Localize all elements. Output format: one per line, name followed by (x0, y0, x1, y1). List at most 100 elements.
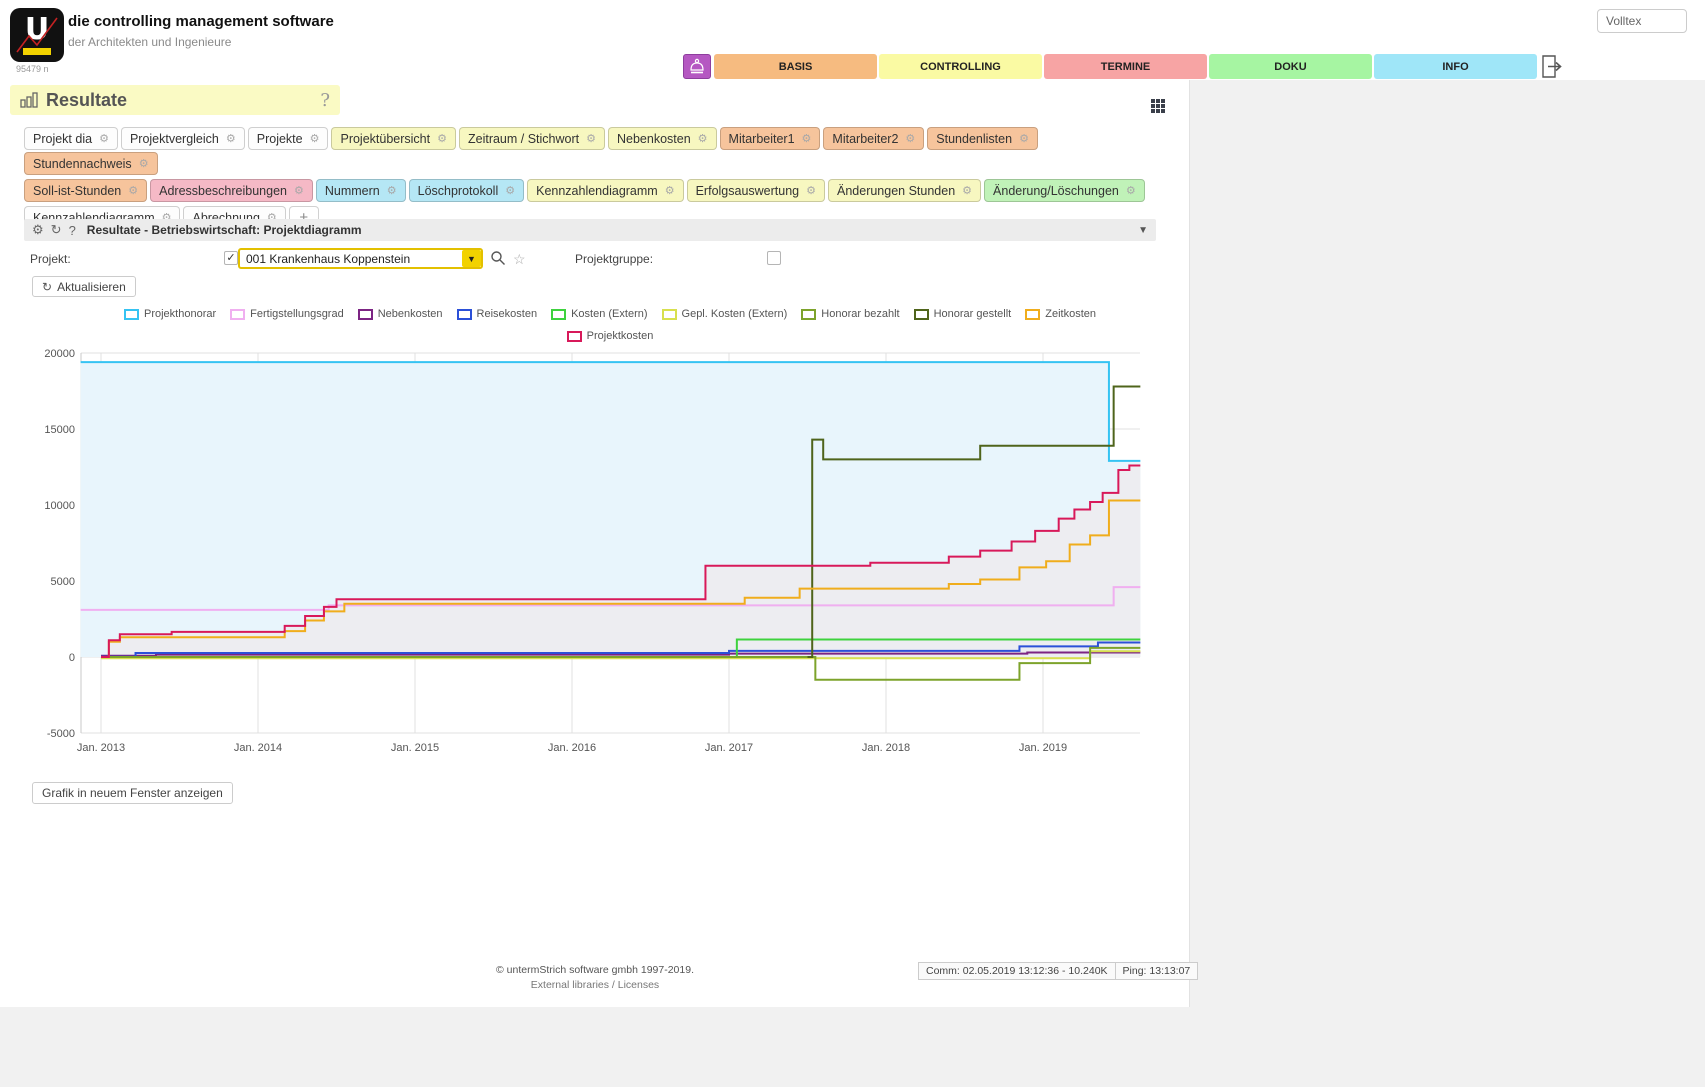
gear-icon[interactable]: ⚙ (802, 132, 812, 145)
legend-item[interactable]: Honorar bezahlt (801, 308, 899, 320)
filter-row: Projekt: ✓ 001 Krankenhaus Koppenstein ▼… (30, 248, 1150, 272)
legend-swatch (801, 309, 816, 320)
legend-swatch (230, 309, 245, 320)
module-tab-label: Änderung/Löschungen (993, 184, 1119, 198)
module-tab[interactable]: Mitarbeiter1 ⚙ (720, 127, 821, 150)
legend-item[interactable]: Fertigstellungsgrad (230, 308, 344, 320)
nav-tab-doku[interactable]: DOKU (1209, 54, 1372, 79)
nav-tab-info[interactable]: INFO (1374, 54, 1537, 79)
nav-tab-controlling[interactable]: CONTROLLING (879, 54, 1042, 79)
footer-libraries-link[interactable]: External libraries / Licenses (0, 979, 1190, 991)
legend-item[interactable]: Kosten (Extern) (551, 308, 647, 320)
gear-icon[interactable]: ⚙ (139, 157, 149, 170)
gear-icon[interactable]: ⚙ (437, 132, 447, 145)
help-icon[interactable]: ? (320, 90, 330, 111)
module-tab[interactable]: Projektübersicht⚙ (331, 127, 456, 150)
gear-icon[interactable]: ⚙ (698, 132, 708, 145)
module-tab[interactable]: Mitarbeiter2⚙ (823, 127, 924, 150)
legend-swatch (358, 309, 373, 320)
gear-icon[interactable]: ⚙ (505, 184, 515, 197)
select-dropdown-button[interactable]: ▼ (462, 250, 481, 267)
module-tab-label: Stundenlisten (936, 132, 1012, 146)
gear-icon[interactable]: ⚙ (665, 184, 675, 197)
legend-swatch (551, 309, 566, 320)
gear-icon[interactable]: ⚙ (226, 132, 236, 145)
svg-text:20000: 20000 (44, 348, 75, 360)
svg-text:10000: 10000 (44, 500, 75, 512)
module-tab[interactable]: Projekte⚙ (248, 127, 329, 150)
reload-icon[interactable]: ↻ (51, 222, 62, 238)
collapse-caret-icon[interactable]: ▼ (1138, 225, 1148, 236)
legend-swatch (1025, 309, 1040, 320)
legend-swatch (914, 309, 929, 320)
gear-icon[interactable]: ⚙ (1019, 132, 1029, 145)
module-tab[interactable]: Änderungen Stunden⚙ (828, 179, 981, 202)
gear-icon[interactable]: ⚙ (905, 132, 915, 145)
module-tab[interactable]: Stundenlisten ⚙ (927, 127, 1038, 150)
content-area: Resultate ? Projekt dia⚙Projektvergleich… (0, 80, 1190, 1007)
svg-text:15000: 15000 (44, 424, 75, 436)
chart-legend-row2: Projektkosten (80, 330, 1140, 342)
open-graph-window-button[interactable]: Grafik in neuem Fenster anzeigen (32, 782, 233, 804)
module-tab-label: Nebenkosten (617, 132, 691, 146)
svg-text:-5000: -5000 (47, 728, 75, 740)
legend-item[interactable]: Nebenkosten (358, 308, 443, 320)
fulltext-search-input[interactable] (1597, 9, 1687, 33)
module-tab[interactable]: Stundennachweis⚙ (24, 152, 158, 175)
legend-item[interactable]: Reisekosten (457, 308, 538, 320)
module-tab[interactable]: Kennzahlendiagramm⚙ (527, 179, 683, 202)
module-tab-label: Projekt dia (33, 132, 92, 146)
gear-icon[interactable]: ⚙ (128, 184, 138, 197)
legend-label: Fertigstellungsgrad (250, 308, 344, 320)
module-tab[interactable]: Löschprotokoll⚙ (409, 179, 524, 202)
grid-menu-icon[interactable] (1151, 99, 1166, 114)
project-label: Projekt: (30, 252, 71, 266)
module-tab[interactable]: Soll-ist-Stunden⚙ (24, 179, 147, 202)
gear-icon[interactable]: ⚙ (962, 184, 972, 197)
legend-swatch (567, 331, 582, 342)
module-tab[interactable]: Änderung/Löschungen ⚙ (984, 179, 1145, 202)
project-checkbox[interactable]: ✓ (224, 251, 238, 265)
legend-item[interactable]: Gepl. Kosten (Extern) (662, 308, 788, 320)
legend-item[interactable]: Honorar gestellt (914, 308, 1012, 320)
module-tab[interactable]: Nummern ⚙ (316, 179, 406, 202)
module-tab[interactable]: Nebenkosten ⚙ (608, 127, 717, 150)
gear-icon[interactable]: ⚙ (586, 132, 596, 145)
gear-icon[interactable]: ⚙ (294, 184, 304, 197)
module-tab[interactable]: Projekt dia ⚙ (24, 127, 118, 150)
logout-button[interactable] (1540, 54, 1563, 84)
project-diagram-chart[interactable]: 20000150001000050000-5000Jan. 2013Jan. 2… (0, 346, 1190, 766)
gear-icon[interactable]: ⚙ (387, 184, 397, 197)
module-tab[interactable]: Projektvergleich⚙ (121, 127, 245, 150)
legend-item[interactable]: Zeitkosten (1025, 308, 1096, 320)
app-subtitle: der Architekten und Ingenieure (68, 35, 231, 49)
favorite-star-icon[interactable]: ☆ (513, 251, 526, 268)
gear-icon[interactable]: ⚙ (806, 184, 816, 197)
legend-swatch (457, 309, 472, 320)
nav-tab-basis[interactable]: BASIS (714, 54, 877, 79)
module-tab[interactable]: Erfolgsauswertung⚙ (687, 179, 825, 202)
app-header: U die controlling management software de… (0, 0, 1705, 80)
legend-item[interactable]: Projekthonorar (124, 308, 216, 320)
gear-icon[interactable]: ⚙ (99, 132, 109, 145)
module-tab-label: Nummern (325, 184, 380, 198)
svg-text:Jan. 2018: Jan. 2018 (862, 742, 910, 754)
module-tab[interactable]: Zeitraum / Stichwort ⚙ (459, 127, 605, 150)
legend-item[interactable]: Projektkosten (567, 330, 654, 342)
legend-label: Nebenkosten (378, 308, 443, 320)
lamp-menu-button[interactable] (683, 54, 711, 79)
refresh-button[interactable]: ↻ Aktualisieren (32, 276, 136, 297)
page: U die controlling management software de… (0, 0, 1705, 1087)
project-select[interactable]: 001 Krankenhaus Koppenstein ▼ (238, 248, 483, 269)
search-icon[interactable] (490, 250, 506, 269)
gear-icon[interactable]: ⚙ (1126, 184, 1136, 197)
svg-text:0: 0 (69, 652, 75, 664)
module-tab-label: Mitarbeiter1 (729, 132, 795, 146)
toolbar-help-icon[interactable]: ? (69, 223, 76, 238)
projectgroup-checkbox[interactable] (767, 251, 781, 265)
nav-tab-termine[interactable]: TERMINE (1044, 54, 1207, 79)
module-tab[interactable]: Adressbeschreibungen⚙ (150, 179, 313, 202)
gear-icon[interactable]: ⚙ (310, 132, 320, 145)
settings-gear-icon[interactable]: ⚙ (32, 222, 44, 238)
module-tab-label: Zeitraum / Stichwort (468, 132, 579, 146)
